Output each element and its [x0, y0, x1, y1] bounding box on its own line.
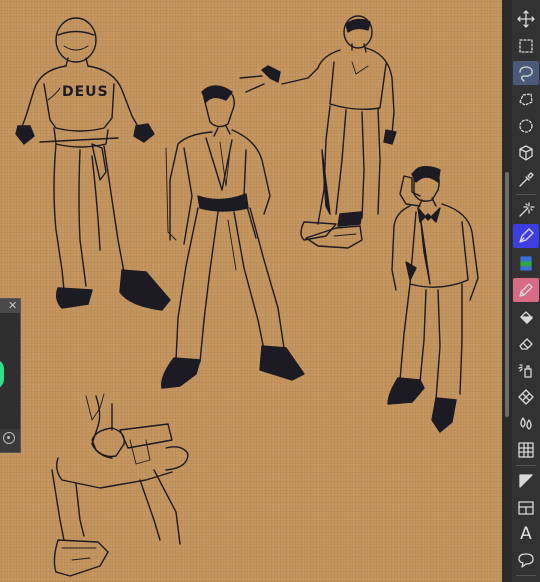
gradient-icon[interactable]	[513, 469, 539, 493]
cube-icon[interactable]	[513, 141, 539, 165]
pencil-icon[interactable]	[513, 278, 539, 302]
rectangle-select-icon[interactable]	[513, 34, 539, 58]
shirt-lettering: DEUS	[62, 84, 109, 100]
canvas-vertical-scrollbar[interactable]	[502, 0, 512, 582]
move-icon[interactable]	[513, 7, 539, 31]
panel-icon[interactable]	[513, 496, 539, 520]
figure-thinking	[387, 165, 479, 433]
close-icon[interactable]: ✕	[8, 299, 17, 313]
settings-icon[interactable]	[3, 432, 15, 444]
eyedropper-icon[interactable]	[513, 168, 539, 192]
pen-icon[interactable]	[513, 224, 539, 248]
figure-pointing	[239, 15, 397, 249]
text-icon[interactable]: A	[513, 522, 539, 546]
toolbar-divider	[516, 194, 536, 195]
toolbar-divider	[516, 575, 536, 576]
figure-sketches: DEUS	[15, 15, 479, 577]
ellipse-select-icon[interactable]	[513, 114, 539, 138]
figure-suit-hands-in-pocket	[161, 85, 305, 389]
scrollbar-thumb[interactable]	[505, 172, 509, 417]
airbrush-icon[interactable]	[513, 358, 539, 382]
figure-seated	[51, 393, 189, 577]
eraser-icon[interactable]	[513, 331, 539, 355]
toolbar-divider	[516, 465, 536, 466]
tool-palette: A	[512, 0, 540, 582]
magic-wand-icon[interactable]	[513, 198, 539, 222]
drawing-canvas[interactable]: DEUS	[0, 0, 502, 582]
polygon-lasso-icon[interactable]	[513, 88, 539, 112]
text-tool-label: A	[520, 524, 532, 544]
floating-color-panel[interactable]: ✕	[0, 298, 21, 453]
lasso-icon[interactable]	[513, 61, 539, 85]
marker-icon[interactable]	[513, 251, 539, 275]
pattern-icon[interactable]	[513, 385, 539, 409]
figure-deus-shirt: DEUS	[15, 17, 171, 311]
fill-icon[interactable]	[513, 305, 539, 329]
droplets-icon[interactable]	[513, 411, 539, 435]
grid-icon[interactable]	[513, 438, 539, 462]
speech-balloon-icon[interactable]	[513, 548, 539, 572]
